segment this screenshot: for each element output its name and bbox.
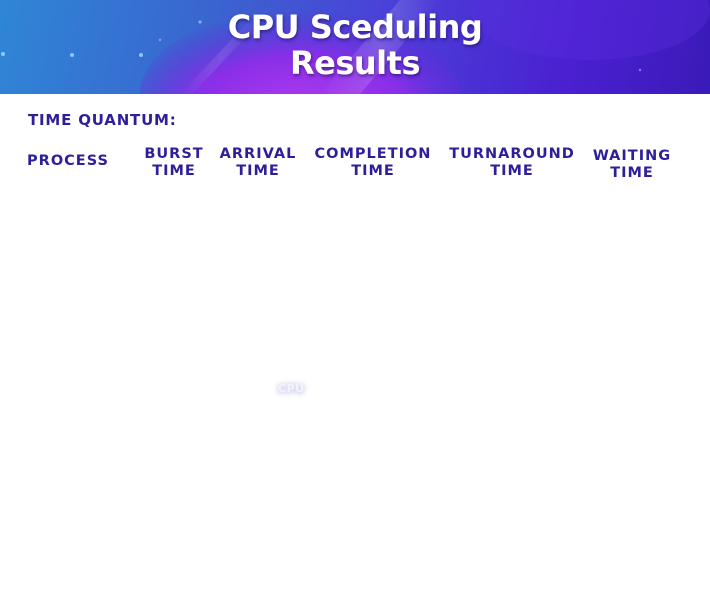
column-header-completion-time: COMPLETION TIME bbox=[314, 146, 432, 179]
column-header-burst-time: BURST TIME bbox=[144, 146, 204, 179]
time-quantum-label: TIME QUANTUM: bbox=[28, 111, 177, 129]
time-quantum: TIME QUANTUM: bbox=[28, 111, 187, 129]
column-header-arrival-time: ARRIVAL TIME bbox=[219, 146, 297, 179]
cpu-watermark-text: CPU bbox=[278, 382, 305, 395]
results-banner: CPU Sceduling Results bbox=[0, 0, 710, 94]
column-header-turnaround-time: TURNAROUND TIME bbox=[449, 146, 575, 179]
page-title: CPU Sceduling Results bbox=[0, 9, 710, 81]
page-title-line2: Results bbox=[290, 44, 420, 82]
column-header-waiting-time: WAITING TIME bbox=[592, 148, 672, 181]
results-page: CPU Sceduling Results TIME QUANTUM: PROC… bbox=[0, 0, 710, 600]
results-table-header: PROCESS BURST TIME ARRIVAL TIME COMPLETI… bbox=[0, 146, 710, 186]
page-title-line1: CPU Sceduling bbox=[227, 8, 483, 46]
column-header-process: PROCESS bbox=[27, 153, 109, 169]
